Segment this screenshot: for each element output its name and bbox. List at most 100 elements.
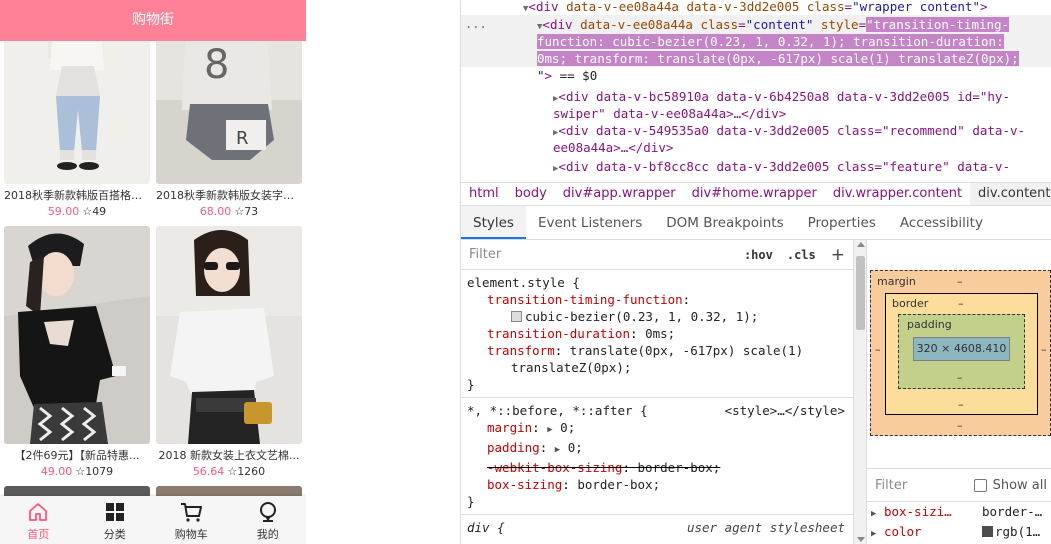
breadcrumb-item[interactable]: body — [507, 183, 555, 205]
styles-filter-bar: Filter :hov .cls + — [461, 240, 853, 270]
tab-label: 分类 — [103, 528, 126, 541]
styles-scrollbar[interactable] — [853, 240, 867, 544]
category-grid-icon — [103, 500, 127, 524]
color-swatch-icon[interactable] — [982, 526, 993, 537]
tab-label: 我的 — [256, 528, 279, 541]
star-icon: ☆ — [234, 205, 245, 218]
css-property[interactable]: transition-duration: 0ms; — [467, 325, 847, 342]
dom-node-selected-end: "> == $0 — [537, 68, 598, 83]
show-all-label: Show all — [992, 477, 1047, 493]
goods-title: 2018秋季新款韩版百搭格子... — [4, 189, 150, 202]
more-actions-dots[interactable]: ... — [465, 17, 487, 31]
cls-toggle-button[interactable]: .cls — [780, 248, 823, 262]
goods-fav-count: 73 — [244, 205, 259, 218]
collapsed-triangle-icon[interactable]: ▶ — [553, 164, 558, 174]
dom-node-selected-cont: 0ms; transform: translate(0px, -617px) s… — [537, 51, 1019, 66]
universal-rule: *, *::before, *::after { <style>…</style… — [461, 398, 853, 515]
margin-bottom-value: – — [957, 419, 963, 432]
goods-title: 2018 新款女装上衣文艺棉... — [158, 449, 300, 462]
css-property[interactable]: transition-timing-function: — [467, 291, 847, 308]
css-property[interactable]: transform: translate(0px, -617px) scale(… — [467, 342, 847, 359]
computed-list: ▶ box-sizi… border-… ▶ color rgb(1… — [867, 502, 1051, 542]
goods-image[interactable] — [156, 226, 302, 444]
goods-fav-count: 49 — [92, 205, 107, 218]
tab-category[interactable]: 分类 — [77, 496, 154, 544]
tab-cart[interactable]: 购物车 — [153, 496, 230, 544]
expand-triangle-icon[interactable]: ▶ — [547, 425, 552, 435]
goods-item[interactable]: 2018 新款女装上衣文艺棉... 56.64 ☆1260 — [156, 226, 302, 479]
profile-icon — [256, 500, 280, 524]
element-style-rule: element.style { transition-timing-functi… — [461, 270, 853, 398]
goods-fav-count: 1079 — [85, 465, 114, 478]
breadcrumb-item[interactable]: div.wrapper.content — [825, 183, 970, 205]
collapsed-triangle-icon[interactable]: ▶ — [553, 94, 558, 104]
collapsed-triangle-icon[interactable]: ▶ — [553, 128, 558, 138]
goods-title: 【2件69元】【新品特惠... — [14, 449, 140, 462]
goods-price: 49.00 — [40, 465, 73, 478]
star-icon: ☆ — [82, 205, 93, 218]
scroll-up-arrow-icon[interactable] — [857, 242, 865, 247]
css-value[interactable]: cubic-bezier(0.23, 1, 0.32, 1); — [467, 308, 847, 325]
dom-node[interactable]: ▶<div data-v-bf8cc8cc data-v-3dd2e005 cl… — [553, 158, 1010, 178]
dom-node-cont: ee08a44a>…</div> — [553, 140, 674, 155]
computed-row[interactable]: ▶ color rgb(1… — [867, 522, 1051, 542]
tab-profile[interactable]: 我的 — [230, 496, 307, 544]
border-top-value: – — [958, 297, 964, 310]
scroll-down-arrow-icon[interactable] — [857, 537, 865, 542]
goods-meta: 59.00 ☆49 — [4, 205, 150, 219]
margin-top-value: – — [957, 275, 963, 288]
devtools-panel: ... ▼<div data-v-ee08a44a data-v-3dd2e00… — [461, 0, 1051, 544]
tab-home[interactable]: 首页 — [0, 496, 77, 544]
tab-event-listeners[interactable]: Event Listeners — [526, 206, 654, 239]
expand-triangle-icon[interactable]: ▼ — [523, 4, 528, 14]
tab-styles[interactable]: Styles — [461, 206, 526, 239]
computed-filter-bar: Filter Show all — [867, 468, 1051, 502]
rule-source-label: user agent stylesheet — [686, 520, 845, 535]
box-model-content-size[interactable]: 320 × 4608.410 — [913, 337, 1010, 361]
styles-filter-input[interactable]: Filter — [461, 247, 737, 262]
box-model-margin[interactable]: margin – – – – border – – padding – 320 … — [870, 270, 1051, 436]
rule-close-brace: } — [467, 494, 475, 509]
new-style-rule-button[interactable]: + — [823, 245, 853, 265]
tab-dom-breakpoints[interactable]: DOM Breakpoints — [654, 206, 795, 239]
tab-accessibility[interactable]: Accessibility — [888, 206, 995, 239]
breadcrumb-item[interactable]: div#home.wrapper — [684, 183, 825, 205]
rule-source-link[interactable]: <style>…</style> — [725, 402, 845, 419]
tab-properties[interactable]: Properties — [796, 206, 888, 239]
hov-toggle-button[interactable]: :hov — [737, 248, 780, 262]
goods-item[interactable]: 【2件69元】【新品特惠... 49.00 ☆1079 — [4, 226, 150, 479]
expand-triangle-icon[interactable]: ▶ — [871, 509, 876, 519]
rule-selector: element.style { — [467, 275, 580, 290]
bezier-editor-icon[interactable] — [511, 311, 522, 322]
breadcrumb-item[interactable]: div#app.wrapper — [555, 183, 684, 205]
dom-node-cont: swiper" data-v-ee08a44a>…</div> — [553, 106, 787, 121]
scrollbar-thumb[interactable] — [856, 256, 865, 330]
border-label: border — [892, 297, 929, 310]
expand-triangle-icon[interactable]: ▶ — [555, 445, 560, 455]
rule-close-brace: } — [467, 377, 475, 392]
goods-meta: 49.00 ☆1079 — [4, 465, 150, 479]
expand-triangle-icon[interactable]: ▶ — [871, 529, 876, 539]
css-property-overridden[interactable]: -webkit-box-sizing: border-box; — [467, 459, 847, 476]
show-all-checkbox[interactable] — [973, 478, 987, 492]
box-model-pane: margin – – – – border – – padding – 320 … — [867, 240, 1051, 544]
border-bottom-value: – — [958, 398, 964, 411]
computed-filter-input[interactable]: Filter — [867, 478, 974, 493]
breadcrumb-item[interactable]: html — [461, 183, 507, 205]
css-property[interactable]: margin: ▶ 0; — [467, 419, 847, 439]
star-icon: ☆ — [227, 465, 238, 478]
padding-bottom-value: – — [957, 371, 963, 384]
expand-triangle-icon[interactable]: ▼ — [537, 22, 542, 32]
elements-tree: ... ▼<div data-v-ee08a44a data-v-3dd2e00… — [461, 0, 1051, 182]
breadcrumb-item-selected[interactable]: div.content — [970, 183, 1051, 205]
box-model-border[interactable]: border – – padding – 320 × 4608.410 — [885, 293, 1038, 415]
margin-right-value: – — [1041, 343, 1047, 356]
nav-bar-title: 购物街 — [0, 0, 306, 41]
css-property[interactable]: box-sizing: border-box; — [467, 476, 847, 493]
computed-row[interactable]: ▶ box-sizi… border-… — [867, 502, 1051, 522]
css-property[interactable]: padding: ▶ 0; — [467, 439, 847, 459]
box-model-padding[interactable]: padding – 320 × 4608.410 — [898, 314, 1025, 389]
css-value[interactable]: translateZ(0px); — [467, 359, 847, 376]
div-rule: div { user agent stylesheet — [461, 515, 853, 540]
goods-image[interactable] — [4, 226, 150, 444]
